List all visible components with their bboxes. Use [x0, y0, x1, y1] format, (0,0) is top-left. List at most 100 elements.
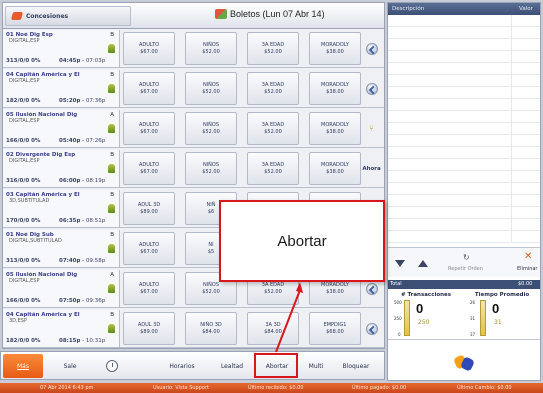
price-button[interactable]: 3A EDAD $52.00: [247, 32, 299, 65]
price-button[interactable]: ADULTO $67.00: [123, 32, 175, 65]
price-button[interactable]: MORADOLY $38.00: [309, 72, 361, 105]
row-action-button[interactable]: [360, 72, 383, 105]
row-action-button[interactable]: Ahora: [360, 152, 383, 185]
arrow-circle-icon: [365, 282, 378, 295]
split-icon: ⑂: [369, 124, 374, 133]
scroll-up-icon[interactable]: [418, 260, 428, 267]
price-value: $89.00: [140, 328, 158, 335]
session-start: 04:45p: [59, 58, 81, 64]
status-last-paid: Último pagado: $0.00: [352, 385, 407, 391]
transactions-scale-mid: 250: [394, 316, 402, 321]
price-button[interactable]: ADULTO $67.00: [123, 232, 175, 265]
arrow-circle-icon: [365, 42, 378, 55]
price-value: $38.00: [326, 48, 344, 55]
concessions-tab-label: Concesiones: [26, 12, 69, 20]
person-icon: [108, 244, 115, 253]
price-button[interactable]: 3A EDAD $52.00: [247, 72, 299, 105]
session-info[interactable]: 04 Capitán América y El 3D,ESP B 182/0/0…: [3, 310, 120, 347]
total-value: $0.00: [518, 281, 533, 287]
concessions-tab[interactable]: Concesiones: [5, 6, 131, 26]
price-button[interactable]: NIÑOS $52.00: [185, 72, 237, 105]
price-button[interactable]: ADUL 3D $89.00: [123, 312, 175, 345]
page-title: Boletos (Lun 07 Abr 14): [215, 9, 325, 19]
scroll-down-icon[interactable]: [395, 260, 405, 267]
schedules-button[interactable]: Horarios: [163, 354, 201, 378]
avg-time-stat: Tiempo Promedio 26 31 37 0 31: [464, 290, 540, 340]
session-row: 01 Noé Dig Esp DIGITAL,ESP B 313/0/0 0% …: [3, 30, 384, 68]
price-value: $52.00: [202, 88, 220, 95]
session-range: - 07:36p: [82, 98, 106, 104]
price-button[interactable]: ADULTO $67.00: [123, 72, 175, 105]
pos-app: Concesiones Boletos (Lun 07 Abr 14) 01 N…: [0, 0, 543, 393]
avg-time-gauge: [480, 300, 486, 336]
price-value: $52.00: [264, 48, 282, 55]
row-action-button[interactable]: ⑂: [360, 112, 383, 145]
avg-time-value: 0: [492, 301, 500, 316]
avg-scale-mid: 31: [470, 316, 476, 321]
avg-time-title: Tiempo Promedio: [474, 292, 530, 298]
order-items-list[interactable]: [388, 15, 540, 243]
sale-button[interactable]: Sale: [53, 354, 87, 378]
session-range: - 08:51p: [82, 218, 106, 224]
session-info[interactable]: 03 Capitán América y El 3D,SUBTITULAD B …: [3, 190, 120, 227]
price-value: $68.00: [326, 328, 344, 335]
price-button[interactable]: 3A EDAD $52.00: [247, 152, 299, 185]
seat-count: 166/0/0 0%: [6, 138, 41, 144]
price-value: $52.00: [202, 168, 220, 175]
movie-format: DIGITAL,ESP: [9, 38, 40, 44]
session-start: 05:20p: [59, 98, 81, 104]
row-action-button[interactable]: [360, 312, 383, 345]
price-button[interactable]: EMPDIG1 $68.00: [309, 312, 361, 345]
price-button[interactable]: ADULTO $67.00: [123, 272, 175, 305]
price-value: $84.00: [264, 328, 282, 335]
session-info[interactable]: 05 Ilusión Nacional Dig DIGITAL,ESP A 16…: [3, 270, 120, 307]
seat-count: 182/0/0 0%: [6, 98, 41, 104]
movie-rating: B: [110, 232, 114, 238]
session-info[interactable]: 05 Ilusión Nacional Dig DIGITAL,ESP A 16…: [3, 110, 120, 147]
clock-button[interactable]: [97, 354, 127, 378]
repeat-order-label[interactable]: Repetir Orden: [448, 266, 483, 272]
abort-highlight: [254, 353, 298, 378]
price-button[interactable]: MORADOLY $38.00: [309, 152, 361, 185]
delete-icon[interactable]: ✕: [524, 251, 532, 262]
tickets-header: Concesiones Boletos (Lun 07 Abr 14): [3, 3, 384, 29]
stats-panel: # Transacciones 500 250 0 0 250 Tiempo P…: [388, 290, 540, 340]
row-action-button[interactable]: [360, 32, 383, 65]
session-range: - 08:19p: [82, 178, 106, 184]
session-info[interactable]: 01 Noé Dig Esp DIGITAL,ESP B 313/0/0 0% …: [3, 30, 120, 67]
price-value: $84.00: [202, 328, 220, 335]
price-button[interactable]: NIÑO 3D $84.00: [185, 312, 237, 345]
lock-button[interactable]: Bloquear: [335, 354, 377, 378]
price-value: $52.00: [202, 288, 220, 295]
session-time: 06:35p - 08:51p: [59, 218, 105, 224]
session-time: 06:00p - 08:19p: [59, 178, 105, 184]
multi-button[interactable]: Multi: [303, 354, 329, 378]
order-header: Descripción Valor: [388, 3, 540, 15]
delete-label[interactable]: Eliminar: [517, 266, 538, 272]
person-icon: [108, 324, 115, 333]
price-button[interactable]: NIÑOS $52.00: [185, 112, 237, 145]
price-button[interactable]: ADULTO $67.00: [123, 152, 175, 185]
price-value: $38.00: [326, 288, 344, 295]
price-button[interactable]: MORADOLY $38.00: [309, 32, 361, 65]
price-button[interactable]: ADULTO $67.00: [123, 112, 175, 145]
price-value: $5: [207, 248, 215, 255]
more-button[interactable]: Más: [3, 354, 43, 378]
session-start: 06:00p: [59, 178, 81, 184]
movie-rating: B: [110, 72, 114, 78]
price-value: $52.00: [202, 48, 220, 55]
repeat-icon[interactable]: ↻: [463, 253, 470, 262]
price-button[interactable]: MORADOLY $38.00: [309, 112, 361, 145]
price-button[interactable]: 3A EDAD $52.00: [247, 112, 299, 145]
session-info[interactable]: 04 Capitán América y El DIGITAL,ESP B 18…: [3, 70, 120, 107]
price-value: $67.00: [140, 48, 158, 55]
loyalty-button[interactable]: Lealtad: [213, 354, 251, 378]
price-button[interactable]: NIÑOS $52.00: [185, 32, 237, 65]
price-button[interactable]: ADUL 3D $89.00: [123, 192, 175, 225]
session-info[interactable]: 02 Divergente Dig Esp DIGITAL,ESP B 316/…: [3, 150, 120, 187]
price-button[interactable]: NIÑOS $52.00: [185, 152, 237, 185]
session-info[interactable]: 01 Noé Dig Sub DIGITAL,SUBTITULAD B 313/…: [3, 230, 120, 267]
price-button[interactable]: 3A 3D $84.00: [247, 312, 299, 345]
seat-count: 313/0/0 0%: [6, 258, 41, 264]
price-value: $89.00: [140, 208, 158, 215]
